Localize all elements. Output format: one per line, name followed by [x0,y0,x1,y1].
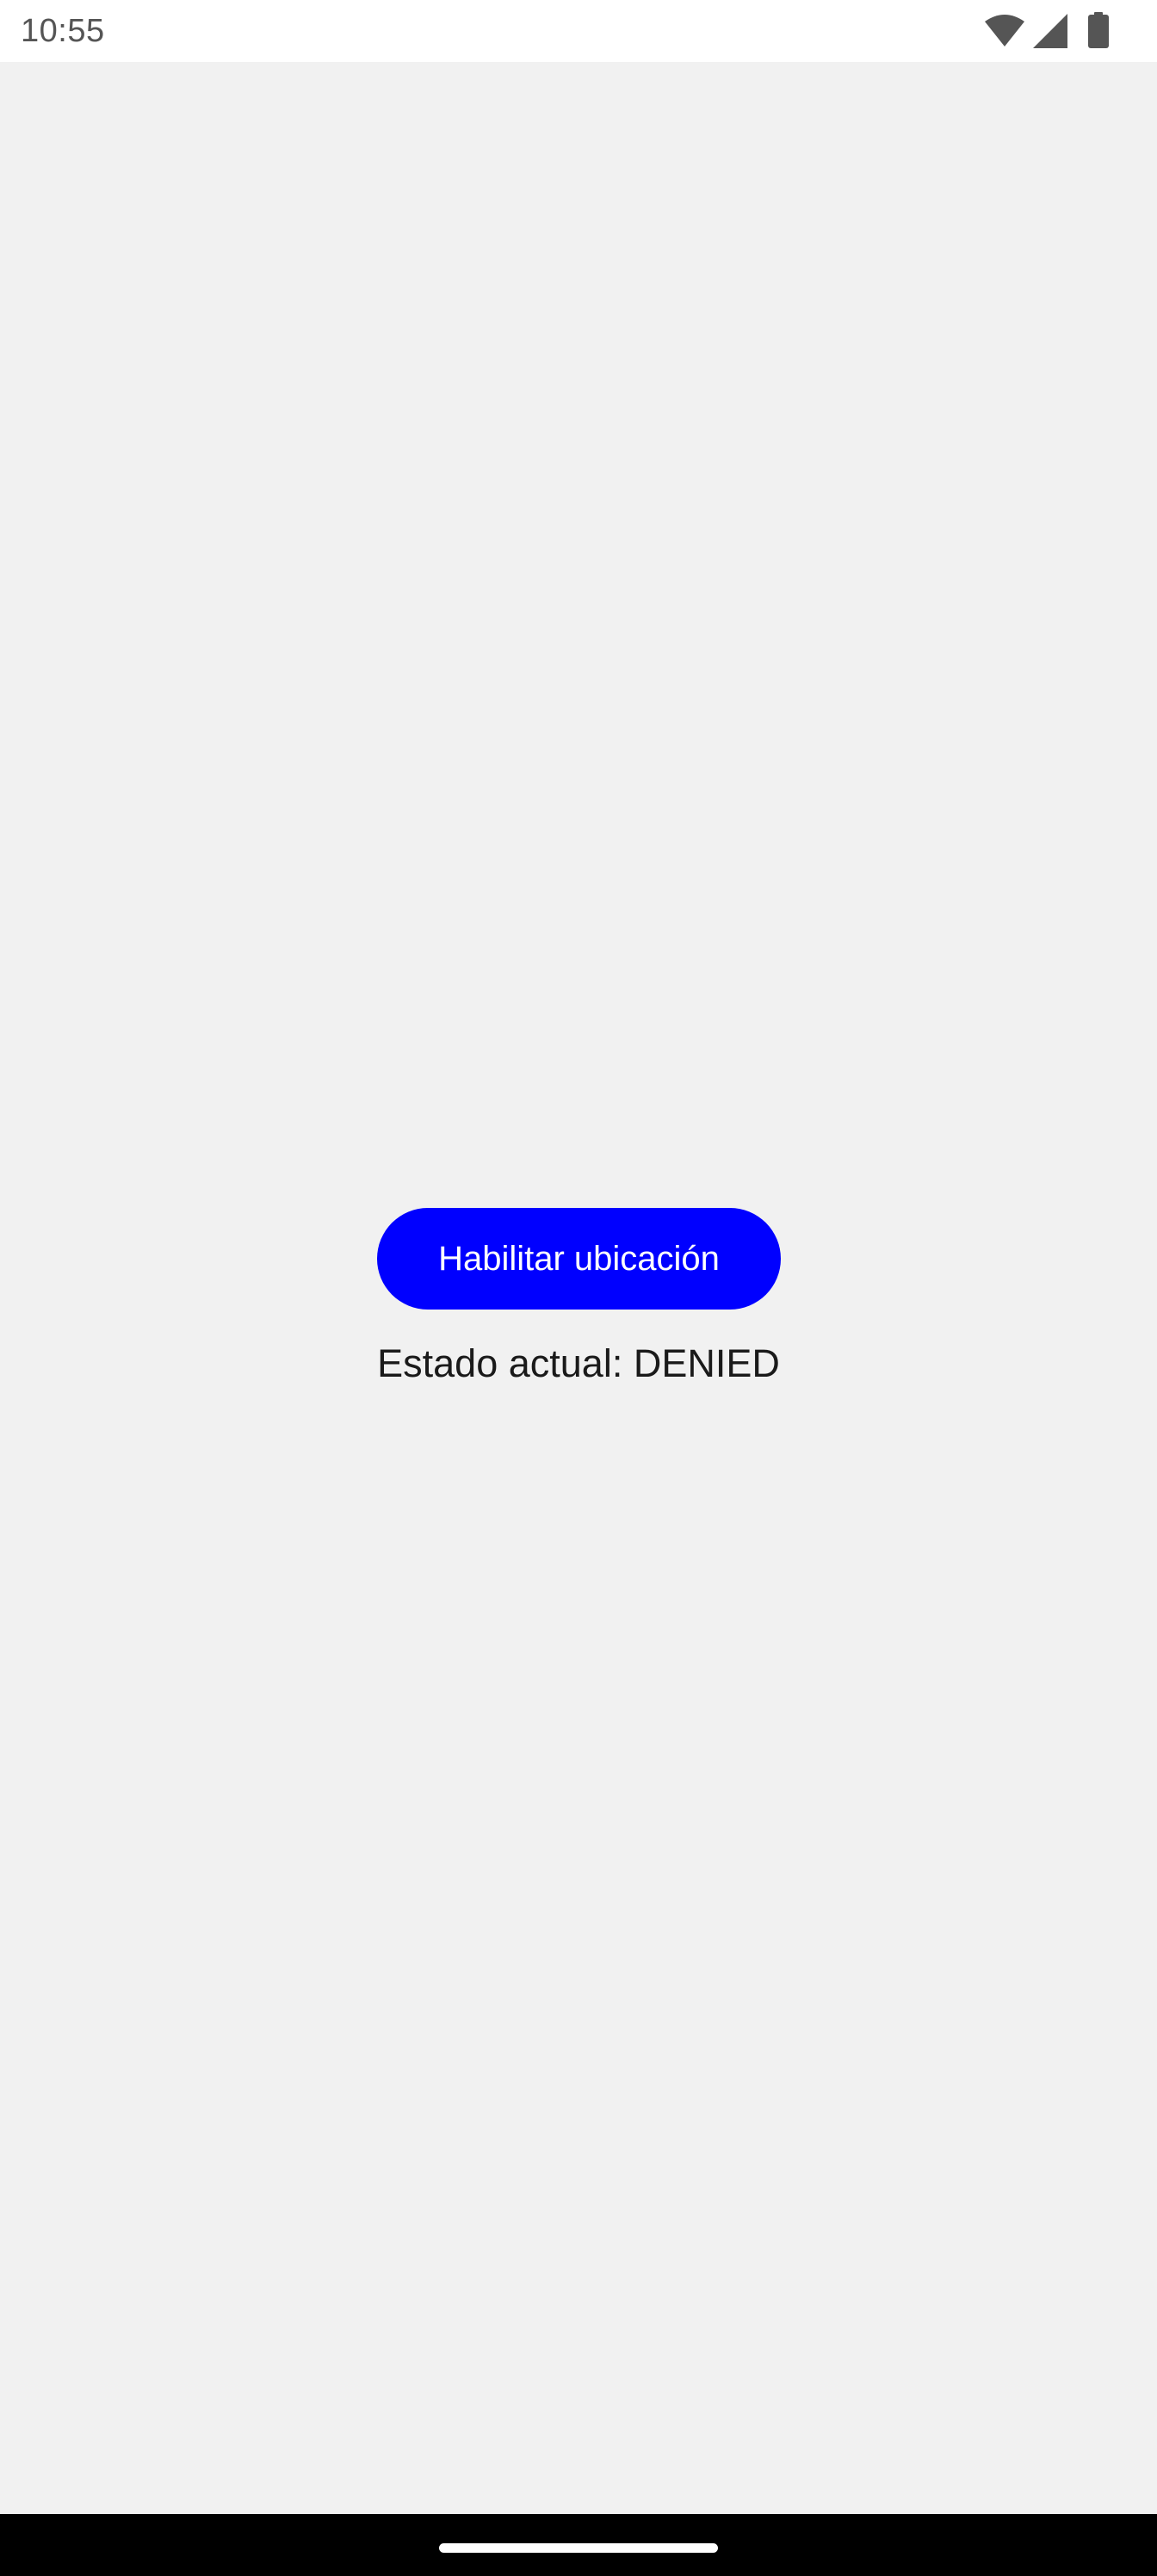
status-bar: 10:55 [0,0,1157,62]
signal-icon [1033,14,1067,48]
status-time: 10:55 [21,13,105,49]
main-content: Habilitar ubicación Estado actual: DENIE… [0,62,1157,2514]
navigation-bar [0,2514,1157,2576]
battery-icon [1088,12,1109,48]
wifi-icon [985,15,1024,46]
permission-status-text: Estado actual: DENIED [377,1341,780,1385]
home-indicator[interactable] [439,2543,718,2553]
app-screen: 10:55 Habilitar ubicación Estado actual:… [0,0,1157,2576]
enable-location-button[interactable]: Habilitar ubicación [377,1208,781,1310]
status-icons [933,0,1157,62]
